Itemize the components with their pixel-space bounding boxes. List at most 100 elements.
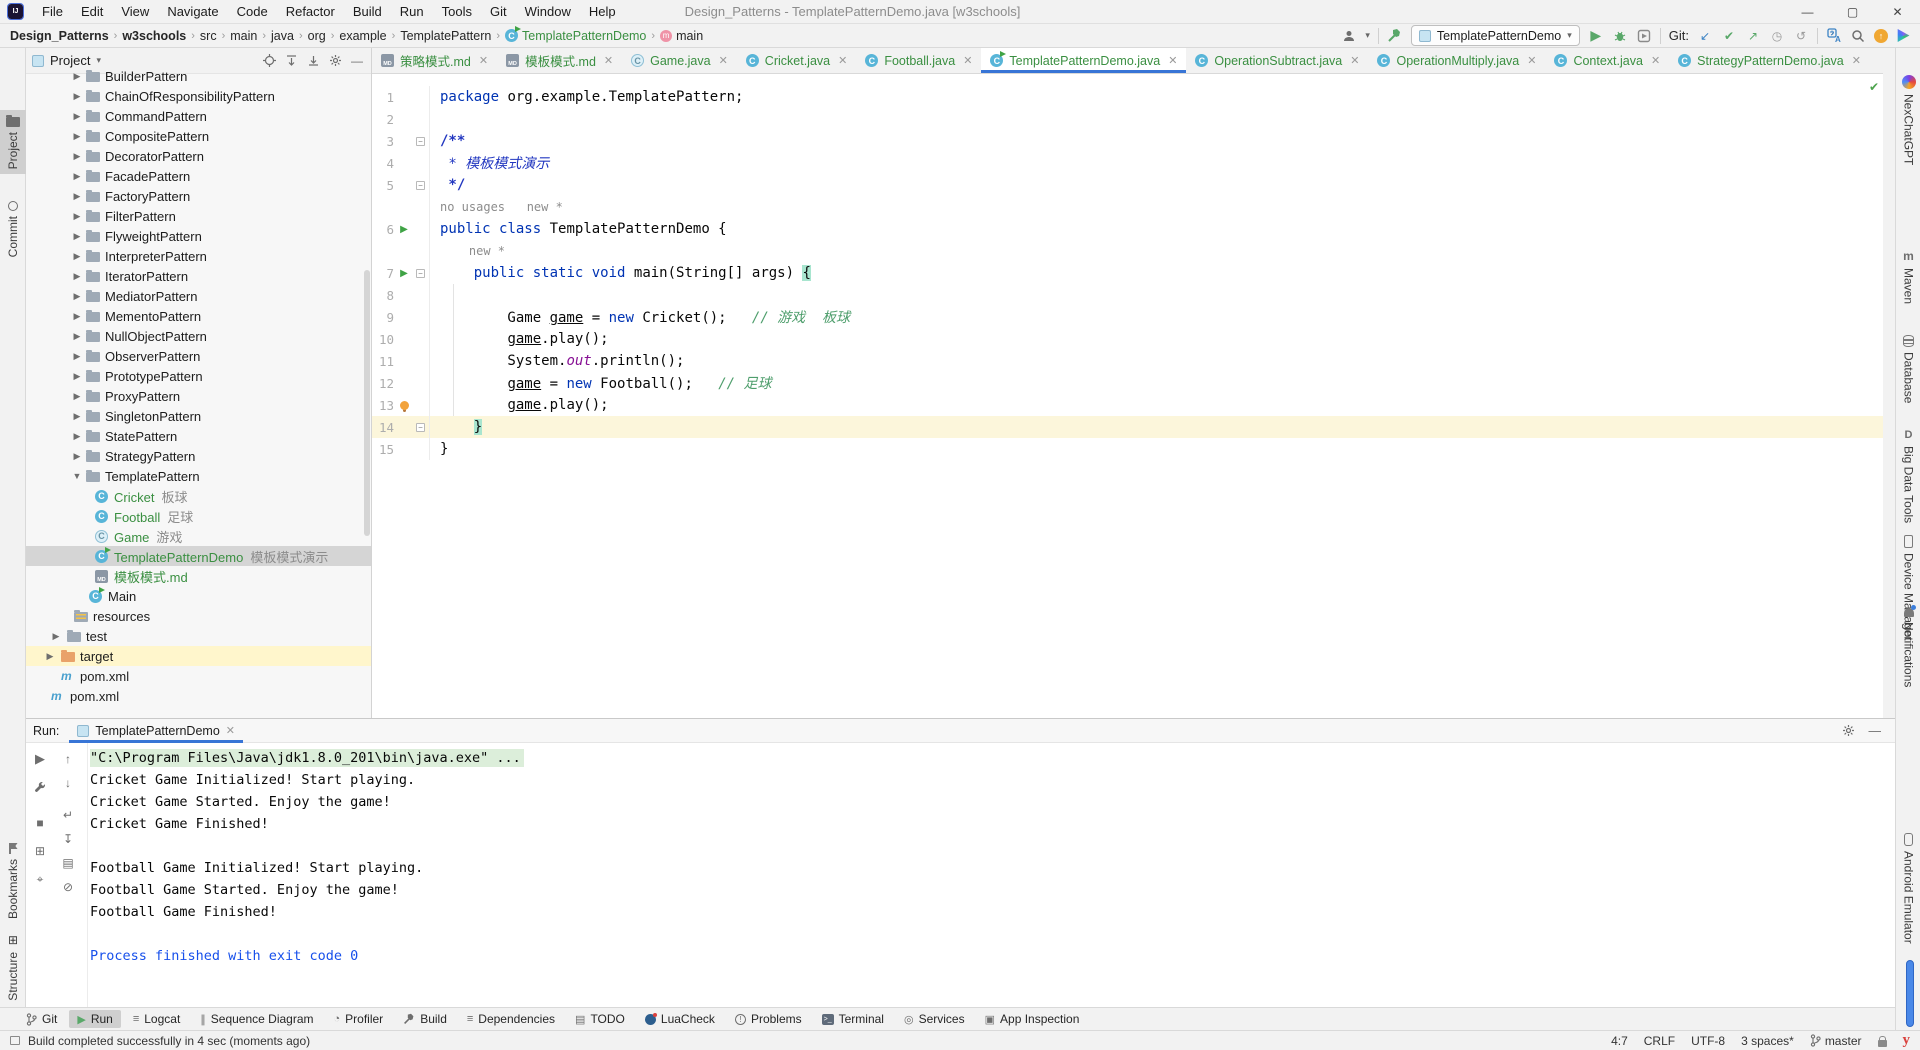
tree-item-ProxyPattern[interactable]: ▶ ProxyPattern [26, 386, 371, 406]
debug-button[interactable] [1612, 28, 1628, 44]
tree-item-CompositePattern[interactable]: ▶ CompositePattern [26, 126, 371, 146]
chevron-right-icon[interactable]: ▶ [72, 131, 82, 142]
tree-item-FlyweightPattern[interactable]: ▶ FlyweightPattern [26, 226, 371, 246]
close-icon[interactable]: ✕ [963, 54, 972, 67]
chevron-right-icon[interactable]: ▶ [72, 111, 82, 122]
tree-item-resources[interactable]: resources [26, 606, 371, 626]
encoding[interactable]: UTF-8 [1691, 1034, 1725, 1048]
chevron-right-icon[interactable]: ▶ [72, 451, 82, 462]
tool-window-button-logcat[interactable]: ≡ Logcat [125, 1010, 188, 1028]
tool-stripe-bookmarks[interactable]: Bookmarks [0, 838, 26, 924]
tree-item-IteratorPattern[interactable]: ▶ IteratorPattern [26, 266, 371, 286]
tool-window-button-app-inspection[interactable]: ▣ App Inspection [977, 1010, 1088, 1028]
breadcrumb-item[interactable]: example [339, 29, 386, 43]
close-icon[interactable]: ✕ [479, 54, 488, 67]
tree-item-MementoPattern[interactable]: ▶ MementoPattern [26, 306, 371, 326]
editor-tab-OperationSubtract-java[interactable]: C OperationSubtract.java ✕ [1186, 48, 1368, 73]
breadcrumb-item[interactable]: Design_Patterns [10, 29, 109, 43]
chevron-right-icon[interactable]: ▶ [72, 411, 82, 422]
tree-item-Cricket[interactable]: C Cricket 板球 [26, 486, 371, 506]
breadcrumb-item[interactable]: C TemplatePatternDemo [505, 26, 646, 43]
chevron-right-icon[interactable]: ▶ [72, 391, 82, 402]
chevron-right-icon[interactable]: ▶ [72, 91, 82, 102]
prev-trace-icon[interactable]: ↑ [60, 751, 76, 767]
print-icon[interactable]: ▤ [60, 855, 76, 871]
tool-window-button-luacheck[interactable]: LuaCheck [637, 1010, 723, 1028]
next-trace-icon[interactable]: ↓ [60, 775, 76, 791]
close-icon[interactable]: ✕ [1168, 54, 1177, 67]
tool-stripe-database[interactable]: Database [1896, 330, 1920, 408]
menu-help[interactable]: Help [580, 4, 625, 19]
chevron-right-icon[interactable]: ▶ [72, 171, 82, 182]
tree-item-StatePattern[interactable]: ▶ StatePattern [26, 426, 371, 446]
y-plugin-icon[interactable]: y [1903, 1032, 1911, 1049]
tree-item-DecoratorPattern[interactable]: ▶ DecoratorPattern [26, 146, 371, 166]
menu-window[interactable]: Window [516, 4, 580, 19]
tree-item-FactoryPattern[interactable]: ▶ FactoryPattern [26, 186, 371, 206]
menu-file[interactable]: File [33, 4, 72, 19]
close-icon[interactable]: ✕ [1651, 54, 1660, 67]
git-history-icon[interactable]: ◷ [1769, 28, 1785, 44]
tool-stripe-nexchatgpt[interactable]: NexChatGPT [1896, 70, 1920, 170]
plugin-play-icon[interactable] [1897, 29, 1910, 42]
user-avatar-icon[interactable] [1341, 28, 1357, 44]
tool-window-button-services[interactable]: ◎ Services [896, 1010, 973, 1028]
build-hammer-icon[interactable] [1387, 28, 1403, 44]
menu-edit[interactable]: Edit [72, 4, 112, 19]
chevron-right-icon[interactable]: ▶ [72, 431, 82, 442]
chevron-right-icon[interactable]: ▶ [72, 331, 82, 342]
breadcrumb-item[interactable]: org [308, 29, 326, 43]
status-message[interactable]: Build completed successfully in 4 sec (m… [28, 1034, 310, 1048]
chevron-right-icon[interactable]: ▶ [72, 251, 82, 262]
fold-marker-icon[interactable]: − [416, 136, 425, 146]
editor-tab-Context-java[interactable]: C Context.java ✕ [1545, 48, 1669, 73]
editor-tab-Game-java[interactable]: C Game.java ✕ [622, 48, 737, 73]
menu-navigate[interactable]: Navigate [158, 4, 227, 19]
tree-item-pom-xml[interactable]: m pom.xml [26, 666, 371, 686]
edit-configuration-wrench-icon[interactable] [32, 779, 48, 795]
tree-item-PrototypePattern[interactable]: ▶ PrototypePattern [26, 366, 371, 386]
chevron-down-icon[interactable]: ▼ [72, 471, 82, 481]
menu-tools[interactable]: Tools [433, 4, 481, 19]
caret-position[interactable]: 4:7 [1611, 1034, 1628, 1048]
tree-item-target[interactable]: ▶ target [26, 646, 371, 666]
update-available-icon[interactable]: ↑ [1874, 28, 1888, 43]
chevron-right-icon[interactable]: ▶ [72, 231, 82, 242]
chevron-right-icon[interactable]: ▶ [72, 271, 82, 282]
close-icon[interactable]: ✕ [1350, 54, 1359, 67]
hide-run-panel-icon[interactable]: — [1869, 724, 1882, 738]
chevron-right-icon[interactable]: ▶ [72, 311, 82, 322]
tool-window-button-terminal[interactable]: >_ Terminal [814, 1010, 892, 1028]
tool-stripe-commit[interactable]: Commit [0, 196, 26, 262]
menu-build[interactable]: Build [344, 4, 391, 19]
tool-window-button-profiler[interactable]: ◔ Profiler [326, 1010, 392, 1028]
tool-window-button-run[interactable]: ▶ Run [69, 1010, 121, 1028]
chevron-right-icon[interactable]: ▶ [72, 191, 82, 202]
emulator-scroll-indicator[interactable] [1906, 960, 1914, 1027]
run-line-icon[interactable]: ▶ [400, 268, 408, 279]
minimize-button[interactable]: — [1785, 0, 1830, 23]
close-button[interactable]: ✕ [1875, 0, 1920, 23]
git-push-icon[interactable]: ↗ [1745, 28, 1761, 44]
tree-scrollbar[interactable] [364, 270, 370, 536]
tree-item-StrategyPattern[interactable]: ▶ StrategyPattern [26, 446, 371, 466]
tool-window-button-todo[interactable]: ▤ TODO [567, 1010, 633, 1028]
tool-window-button-git[interactable]: Git [18, 1010, 65, 1028]
chevron-right-icon[interactable]: ▶ [72, 151, 82, 162]
chevron-right-icon[interactable]: ▶ [72, 211, 82, 222]
menu-run[interactable]: Run [391, 4, 433, 19]
indent-setting[interactable]: 3 spaces* [1741, 1034, 1794, 1048]
close-icon[interactable]: ✕ [838, 54, 847, 67]
git-commit-icon[interactable]: ✔ [1721, 28, 1737, 44]
tree-item-BuilderPattern[interactable]: ▶ BuilderPattern [26, 66, 371, 86]
run-with-coverage-button[interactable] [1636, 28, 1652, 44]
git-branch-widget[interactable]: master [1810, 1034, 1862, 1048]
chevron-right-icon[interactable]: ▶ [72, 371, 82, 382]
tool-stripe-android-emulator[interactable]: Android Emulator [1896, 828, 1920, 949]
chevron-right-icon[interactable]: ▶ [45, 651, 55, 662]
rerun-button[interactable]: ▶ [32, 751, 48, 767]
tree-item-Game[interactable]: C Game 游戏 [26, 526, 371, 546]
tree-item-CommandPattern[interactable]: ▶ CommandPattern [26, 106, 371, 126]
tree-item-ObserverPattern[interactable]: ▶ ObserverPattern [26, 346, 371, 366]
search-everywhere-icon[interactable] [1850, 28, 1866, 44]
